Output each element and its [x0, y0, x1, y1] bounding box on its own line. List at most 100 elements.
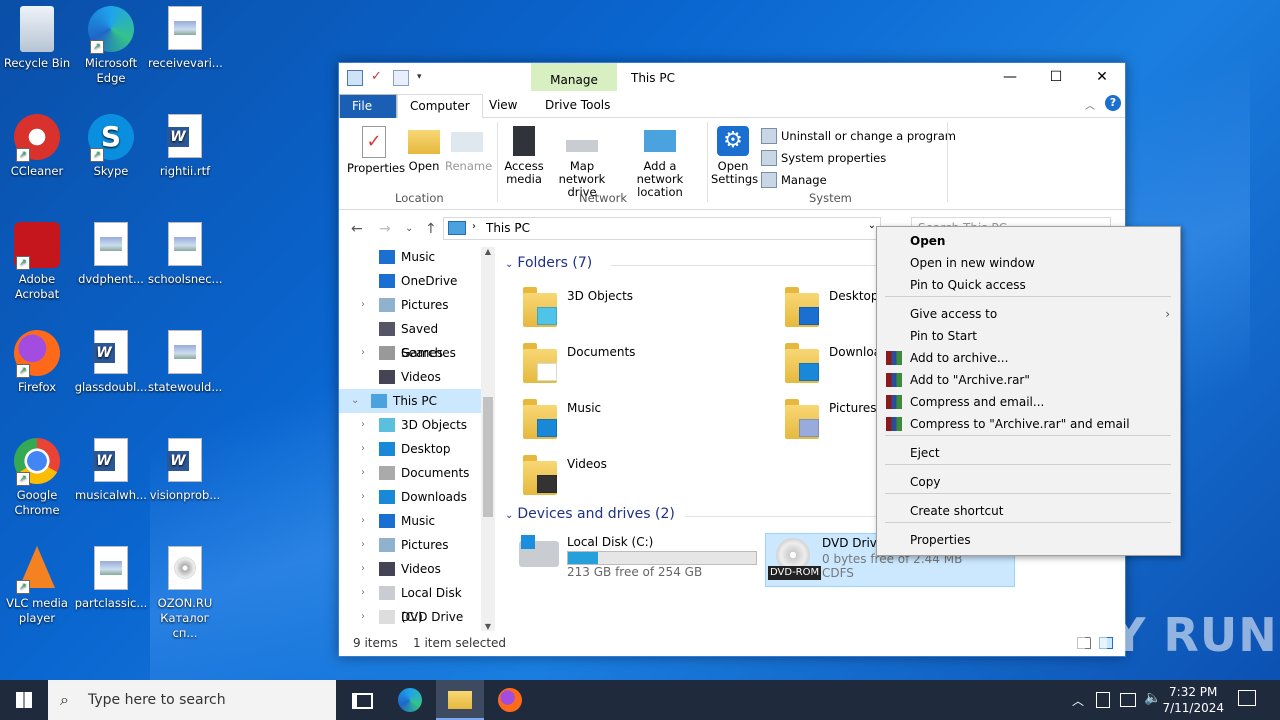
context-menu[interactable]: Open Open in new window Pin to Quick acces…: [876, 226, 1181, 556]
tree-chevron-icon[interactable]: ›: [361, 557, 365, 581]
tree-chevron-icon[interactable]: ›: [361, 293, 365, 317]
tree-item-local-disk-c[interactable]: › Local Disk (C:): [339, 581, 481, 624]
desktop-icon-ccleaner[interactable]: ↗ CCleaner: [0, 108, 74, 179]
add-network-location-button[interactable]: Add a network location: [619, 126, 701, 199]
scrollbar-thumb[interactable]: [483, 397, 493, 517]
properties-check-icon[interactable]: ✓: [371, 70, 385, 84]
desktop-icon-partclassic-file[interactable]: partclassic...: [74, 540, 148, 611]
tree-item-music[interactable]: Music: [339, 247, 481, 269]
tree-chevron-icon[interactable]: ›: [361, 413, 365, 437]
desktop-icon-dvdphent-file[interactable]: dvdphent...: [74, 216, 148, 287]
tree-item-downloads[interactable]: › Downloads: [339, 485, 481, 509]
menu-item-open[interactable]: Open: [877, 230, 1180, 252]
desktop-icon-ozon-ru-file[interactable]: OZON.RU Каталог сп...: [148, 540, 222, 641]
tree-item-desktop[interactable]: › Desktop: [339, 437, 481, 461]
collapse-ribbon-icon[interactable]: ︿: [1085, 97, 1095, 112]
drive-c-item[interactable]: Local Disk (C:) 213 GB free of 254 GB: [513, 533, 763, 585]
tree-item-videos[interactable]: Videos: [339, 365, 481, 389]
menu-item-compress-to-archive-rar-and-email[interactable]: Compress to "Archive.rar" and email: [877, 413, 1180, 435]
folder-item-documents[interactable]: Documents: [513, 339, 753, 391]
navigation-pane[interactable]: Music OneDrive › Pictures Saved Games › Search…: [339, 247, 481, 631]
tree-chevron-icon[interactable]: ›: [361, 509, 365, 533]
breadcrumb[interactable]: This PC: [486, 221, 530, 235]
tree-chevron-icon[interactable]: ⌄: [351, 389, 359, 413]
tab-file[interactable]: File: [339, 94, 397, 119]
forward-icon[interactable]: →: [379, 221, 391, 237]
tree-item-this-pc[interactable]: ⌄ This PC: [339, 389, 481, 413]
tree-chevron-icon[interactable]: ›: [361, 437, 365, 461]
tab-view[interactable]: View: [477, 94, 529, 117]
taskbar-edge[interactable]: [386, 680, 434, 720]
menu-item-properties[interactable]: Properties: [877, 529, 1180, 551]
menu-item-pin-to-quick-access[interactable]: Pin to Quick access: [877, 274, 1180, 296]
tree-item-videos[interactable]: › Videos: [339, 557, 481, 581]
desktop-icon-visionprob-file[interactable]: Wvisionprob...: [148, 432, 222, 503]
desktop-icon-receivevari-file[interactable]: receivevari...: [148, 0, 223, 71]
tree-chevron-icon[interactable]: ›: [361, 461, 365, 485]
desktop-icon-musicalwh-file[interactable]: Wmusicalwh...: [74, 432, 148, 503]
menu-item-add-to-archive[interactable]: Add to archive...: [877, 347, 1180, 369]
task-view-button[interactable]: [336, 680, 384, 720]
start-button[interactable]: [0, 680, 48, 720]
new-folder-icon[interactable]: [393, 70, 409, 86]
uninstall-program-button[interactable]: Uninstall or change a program: [761, 128, 956, 144]
tree-item-3d-objects[interactable]: › 3D Objects: [339, 413, 481, 437]
recent-locations-icon[interactable]: ⌄: [405, 223, 413, 234]
clock[interactable]: 7:32 PM 7/11/2024: [1162, 684, 1224, 716]
tree-item-saved-games[interactable]: Saved Games: [339, 317, 481, 360]
tree-item-music[interactable]: › Music: [339, 509, 481, 533]
open-settings-button[interactable]: ⚙ Open Settings: [711, 126, 758, 186]
help-icon[interactable]: ?: [1105, 95, 1121, 111]
manage-button[interactable]: Manage: [761, 172, 827, 188]
title-bar[interactable]: ✓ ▾ Manage This PC — ☐ ✕: [339, 63, 1125, 91]
menu-item-create-shortcut[interactable]: Create shortcut: [877, 500, 1180, 522]
folder-item-music[interactable]: Music: [513, 395, 753, 447]
menu-item-give-access-to[interactable]: Give access to ›: [877, 303, 1180, 325]
up-icon[interactable]: ↑: [425, 221, 437, 237]
device-icon[interactable]: [1096, 692, 1110, 708]
computer-icon[interactable]: [347, 70, 363, 86]
tab-drive-tools[interactable]: Drive Tools: [533, 94, 622, 117]
tree-item-searches[interactable]: › Searches: [339, 341, 481, 365]
tree-item-onedrive[interactable]: OneDrive: [339, 269, 481, 293]
maximize-button[interactable]: ☐: [1033, 63, 1079, 91]
menu-item-pin-to-start[interactable]: Pin to Start: [877, 325, 1180, 347]
open-button[interactable]: Open: [405, 126, 443, 173]
navigation-scrollbar[interactable]: ▲ ▼: [481, 247, 495, 631]
customize-qat-icon[interactable]: ▾: [417, 70, 431, 84]
menu-item-eject[interactable]: Eject: [877, 442, 1180, 464]
access-media-button[interactable]: Access media: [503, 126, 545, 186]
desktop-icon-rightii-rtf[interactable]: Wrightii.rtf: [148, 108, 222, 179]
taskbar-firefox[interactable]: [486, 680, 534, 720]
desktop-icon-statewould-file[interactable]: statewould...: [148, 324, 222, 395]
menu-item-add-to-archive-rar[interactable]: Add to "Archive.rar": [877, 369, 1180, 391]
volume-icon[interactable]: 🔈: [1144, 690, 1161, 706]
system-properties-button[interactable]: System properties: [761, 150, 886, 166]
minimize-button[interactable]: —: [987, 63, 1033, 91]
tree-chevron-icon[interactable]: ›: [361, 605, 365, 629]
network-icon[interactable]: [1120, 693, 1136, 707]
desktop-icon-skype[interactable]: S ↗ Skype: [74, 108, 148, 179]
desktop-icon-microsoft-edge[interactable]: ↗ Microsoft Edge: [74, 0, 148, 86]
manage-contextual-tab[interactable]: Manage: [531, 63, 617, 91]
tree-chevron-icon[interactable]: ›: [361, 533, 365, 557]
desktop-icon-recycle-bin[interactable]: Recycle Bin: [0, 0, 74, 71]
folder-item-3d-objects[interactable]: 3D Objects: [513, 283, 753, 335]
tree-item-pictures[interactable]: › Pictures: [339, 293, 481, 317]
taskbar-search[interactable]: ⌕ Type here to search: [48, 680, 336, 720]
menu-item-copy[interactable]: Copy: [877, 471, 1180, 493]
address-box[interactable]: › This PC › ⌄: [443, 217, 881, 240]
show-hidden-icons-icon[interactable]: ︿: [1072, 692, 1084, 709]
desktop-icon-firefox[interactable]: ↗ Firefox: [0, 324, 74, 395]
desktop-icon-glassdoubl-file[interactable]: Wglassdoubl...: [74, 324, 148, 395]
tab-computer[interactable]: Computer: [397, 94, 483, 119]
tree-item-dvd-drive-d[interactable]: › DVD Drive (D:): [339, 605, 481, 629]
tree-chevron-icon[interactable]: ›: [361, 485, 365, 509]
menu-item-open-in-new-window[interactable]: Open in new window: [877, 252, 1180, 274]
folder-item-videos[interactable]: Videos: [513, 451, 753, 503]
map-network-drive-button[interactable]: Map network drive: [547, 126, 617, 199]
desktop-icon-schoolsnec-file[interactable]: schoolsnec...: [148, 216, 223, 287]
tree-item-pictures[interactable]: › Pictures: [339, 533, 481, 557]
tree-chevron-icon[interactable]: ›: [361, 581, 365, 605]
desktop-icon-adobe-acrobat[interactable]: ↗ Adobe Acrobat: [0, 216, 74, 302]
